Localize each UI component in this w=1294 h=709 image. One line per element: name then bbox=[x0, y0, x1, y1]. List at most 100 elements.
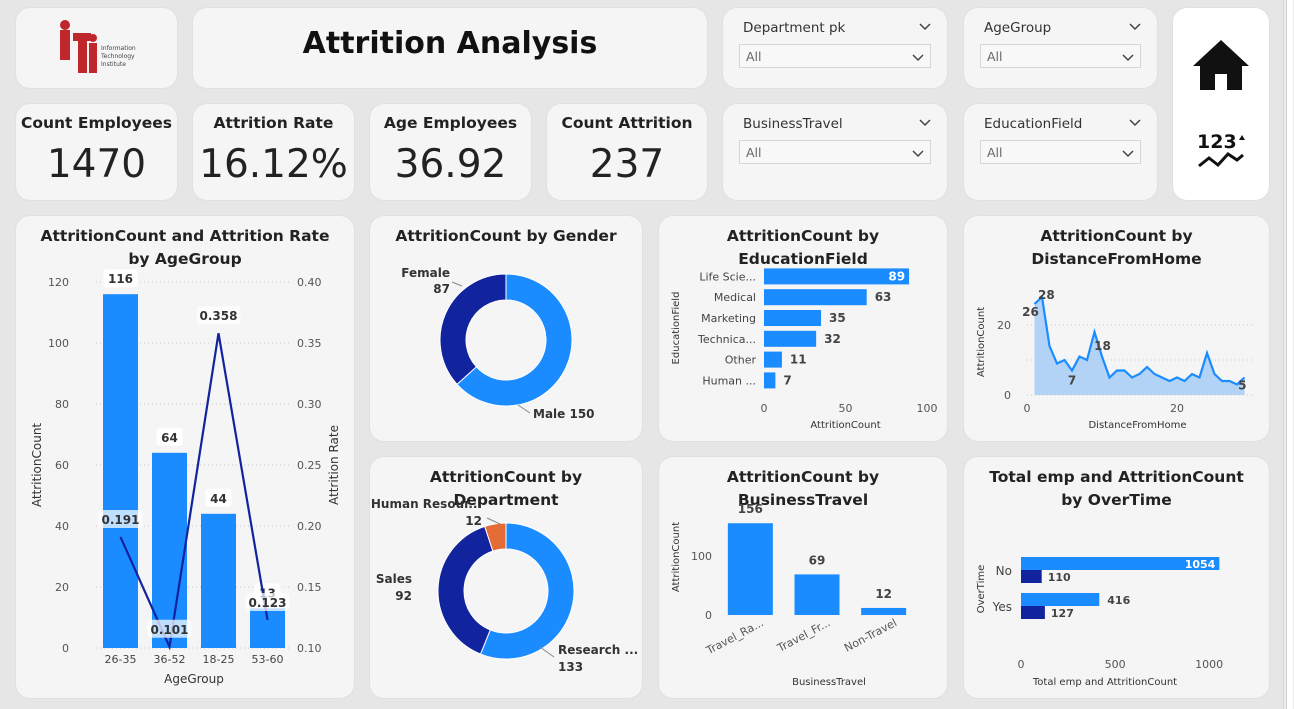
home-icon[interactable] bbox=[1191, 34, 1251, 94]
leader-line bbox=[517, 404, 531, 414]
chevron-down-icon[interactable] bbox=[910, 49, 926, 65]
chart-card-businesstravel[interactable]: AttritionCount by BusinessTravel 0 100 156… bbox=[659, 457, 947, 698]
x-tick-label: 26-35 bbox=[105, 653, 137, 666]
bar bbox=[764, 289, 867, 306]
title-card: Attrition Analysis bbox=[193, 8, 707, 88]
bar bbox=[764, 310, 822, 326]
y-axis-title: AttritionCount bbox=[671, 522, 682, 592]
y-tick-label: 120 bbox=[48, 276, 69, 289]
agegroup-chart: 0 20 40 60 80 100 120 0.10 0.15 0.20 0.25 0.30 0.35 0… bbox=[30, 269, 341, 686]
kpi-value: 1470 bbox=[46, 142, 147, 187]
data-label: 416 bbox=[1107, 594, 1130, 607]
chevron-down-icon[interactable] bbox=[917, 114, 933, 130]
page-scrollbar[interactable] bbox=[1283, 0, 1294, 709]
chart-card-gender[interactable]: AttritionCount by Gender Male 150 Female 8… bbox=[370, 216, 642, 441]
y-tick-label: Yes bbox=[992, 600, 1012, 614]
slicer-businesstravel-dropdown[interactable]: All bbox=[739, 140, 931, 164]
slice-label: Male 150 bbox=[533, 407, 595, 421]
rate-label: 0.123 bbox=[249, 596, 287, 610]
data-label: 11 bbox=[790, 353, 807, 367]
slice-label: Human Resour... bbox=[371, 497, 482, 511]
slicer-department-dropdown[interactable]: All bbox=[739, 44, 931, 68]
x-tick-label: 0 bbox=[761, 402, 768, 415]
logo-line3: Institute bbox=[101, 61, 126, 68]
data-label: 44 bbox=[210, 492, 227, 506]
slicer-agegroup-value: All bbox=[987, 49, 1003, 64]
y-tick-label: Marketing bbox=[701, 312, 756, 325]
chevron-down-icon[interactable] bbox=[1127, 18, 1143, 34]
bar bbox=[201, 513, 236, 648]
123-trend-icon[interactable]: 123 bbox=[1191, 124, 1251, 184]
chart-card-agegroup[interactable]: AttritionCount and Attrition Rate by Age… bbox=[16, 216, 354, 698]
chevron-down-icon[interactable] bbox=[1120, 145, 1136, 161]
y-tick-label: Other bbox=[725, 354, 757, 367]
chart-card-educationfield[interactable]: AttritionCount by EducationField Life Sc… bbox=[659, 216, 947, 441]
x-axis-title: BusinessTravel bbox=[792, 677, 866, 688]
y-tick-label: 20 bbox=[55, 581, 69, 594]
series-line bbox=[119, 333, 269, 651]
kpi-title: Attrition Rate bbox=[213, 114, 334, 132]
y-tick-label: 40 bbox=[55, 520, 69, 533]
slicer-businesstravel-value: All bbox=[746, 145, 762, 160]
bar bbox=[764, 372, 776, 389]
y-axis-title: AttritionCount bbox=[30, 423, 44, 508]
x-tick-label: 0 bbox=[1018, 658, 1025, 671]
kpi-value: 237 bbox=[589, 142, 665, 187]
chevron-down-icon[interactable] bbox=[910, 145, 926, 161]
y-tick-label: Human ... bbox=[702, 374, 756, 387]
x-tick-label: Travel_Fr... bbox=[774, 616, 832, 655]
x-tick-label: Travel_Ra... bbox=[703, 616, 765, 657]
kpi-count-employees: Count Employees 1470 bbox=[16, 104, 177, 200]
x-tick-label: 18-25 bbox=[203, 653, 235, 666]
data-label: 89 bbox=[888, 269, 905, 283]
kpi-count-attrition: Count Attrition 237 bbox=[547, 104, 707, 200]
y2-tick-label: 0.25 bbox=[297, 459, 322, 472]
kpi-title: Count Attrition bbox=[561, 114, 693, 132]
x-tick-label: 100 bbox=[917, 402, 938, 415]
businesstravel-chart: 0 100 156 Travel_Ra... 69 Travel_Fr... 12 Non-T… bbox=[671, 502, 907, 688]
x-tick-label: 53-60 bbox=[252, 653, 284, 666]
y-tick-label: Medical bbox=[714, 291, 756, 304]
leader-line bbox=[451, 281, 463, 287]
slicer-department[interactable]: Department pk All bbox=[723, 8, 947, 88]
page-title: Attrition Analysis bbox=[302, 26, 598, 61]
x-axis-title: AgeGroup bbox=[164, 672, 224, 686]
educationfield-chart: Life Scie... 89 Medical 63 Marketing 35 Techni… bbox=[671, 268, 938, 431]
bar bbox=[1021, 570, 1042, 583]
chevron-down-icon[interactable] bbox=[1127, 114, 1143, 130]
y-tick-label: Life Scie... bbox=[699, 270, 756, 283]
chart-card-distance[interactable]: AttritionCount by DistanceFromHome 0 20 0 2… bbox=[964, 216, 1269, 441]
data-label: 156 bbox=[738, 502, 763, 516]
scrollbar-thumb[interactable] bbox=[1286, 0, 1293, 709]
slicer-agegroup[interactable]: AgeGroup All bbox=[964, 8, 1157, 88]
x-axis-title: DistanceFromHome bbox=[1088, 420, 1186, 431]
slice-value: 133 bbox=[558, 660, 583, 674]
bar bbox=[1021, 593, 1100, 606]
bar bbox=[764, 330, 817, 347]
bar bbox=[764, 351, 782, 368]
y-tick-label: 0 bbox=[1004, 389, 1011, 402]
leader-line bbox=[486, 517, 501, 525]
data-label: 12 bbox=[875, 587, 892, 601]
chart-card-overtime[interactable]: Total emp and AttritionCount by OverTime… bbox=[964, 457, 1269, 698]
rate-label: 0.358 bbox=[200, 309, 238, 323]
data-label: 69 bbox=[809, 553, 826, 567]
bar bbox=[764, 268, 910, 285]
slicer-educationfield[interactable]: EducationField All bbox=[964, 104, 1157, 200]
x-axis-title: Total emp and AttritionCount bbox=[1032, 677, 1177, 688]
logo-card: Information Technology Institute bbox=[16, 8, 177, 88]
slicer-educationfield-title: EducationField bbox=[984, 116, 1083, 132]
chevron-down-icon[interactable] bbox=[1120, 49, 1136, 65]
chevron-down-icon[interactable] bbox=[917, 18, 933, 34]
bar bbox=[103, 294, 138, 648]
x-tick-label: 36-52 bbox=[154, 653, 186, 666]
slicer-agegroup-dropdown[interactable]: All bbox=[980, 44, 1141, 68]
kpi-value: 36.92 bbox=[394, 142, 507, 187]
slicer-educationfield-dropdown[interactable]: All bbox=[980, 140, 1141, 164]
slicer-businesstravel[interactable]: BusinessTravel All bbox=[723, 104, 947, 200]
department-donut-chart: Research ... 133 Sales 92 Human Resour... 12 bbox=[371, 497, 638, 674]
slice-label: Research ... bbox=[558, 643, 638, 657]
y-axis-title: OverTime bbox=[976, 565, 987, 614]
chart-card-department[interactable]: AttritionCount by Department Research ..… bbox=[370, 457, 642, 698]
y-tick-label: 80 bbox=[55, 398, 69, 411]
